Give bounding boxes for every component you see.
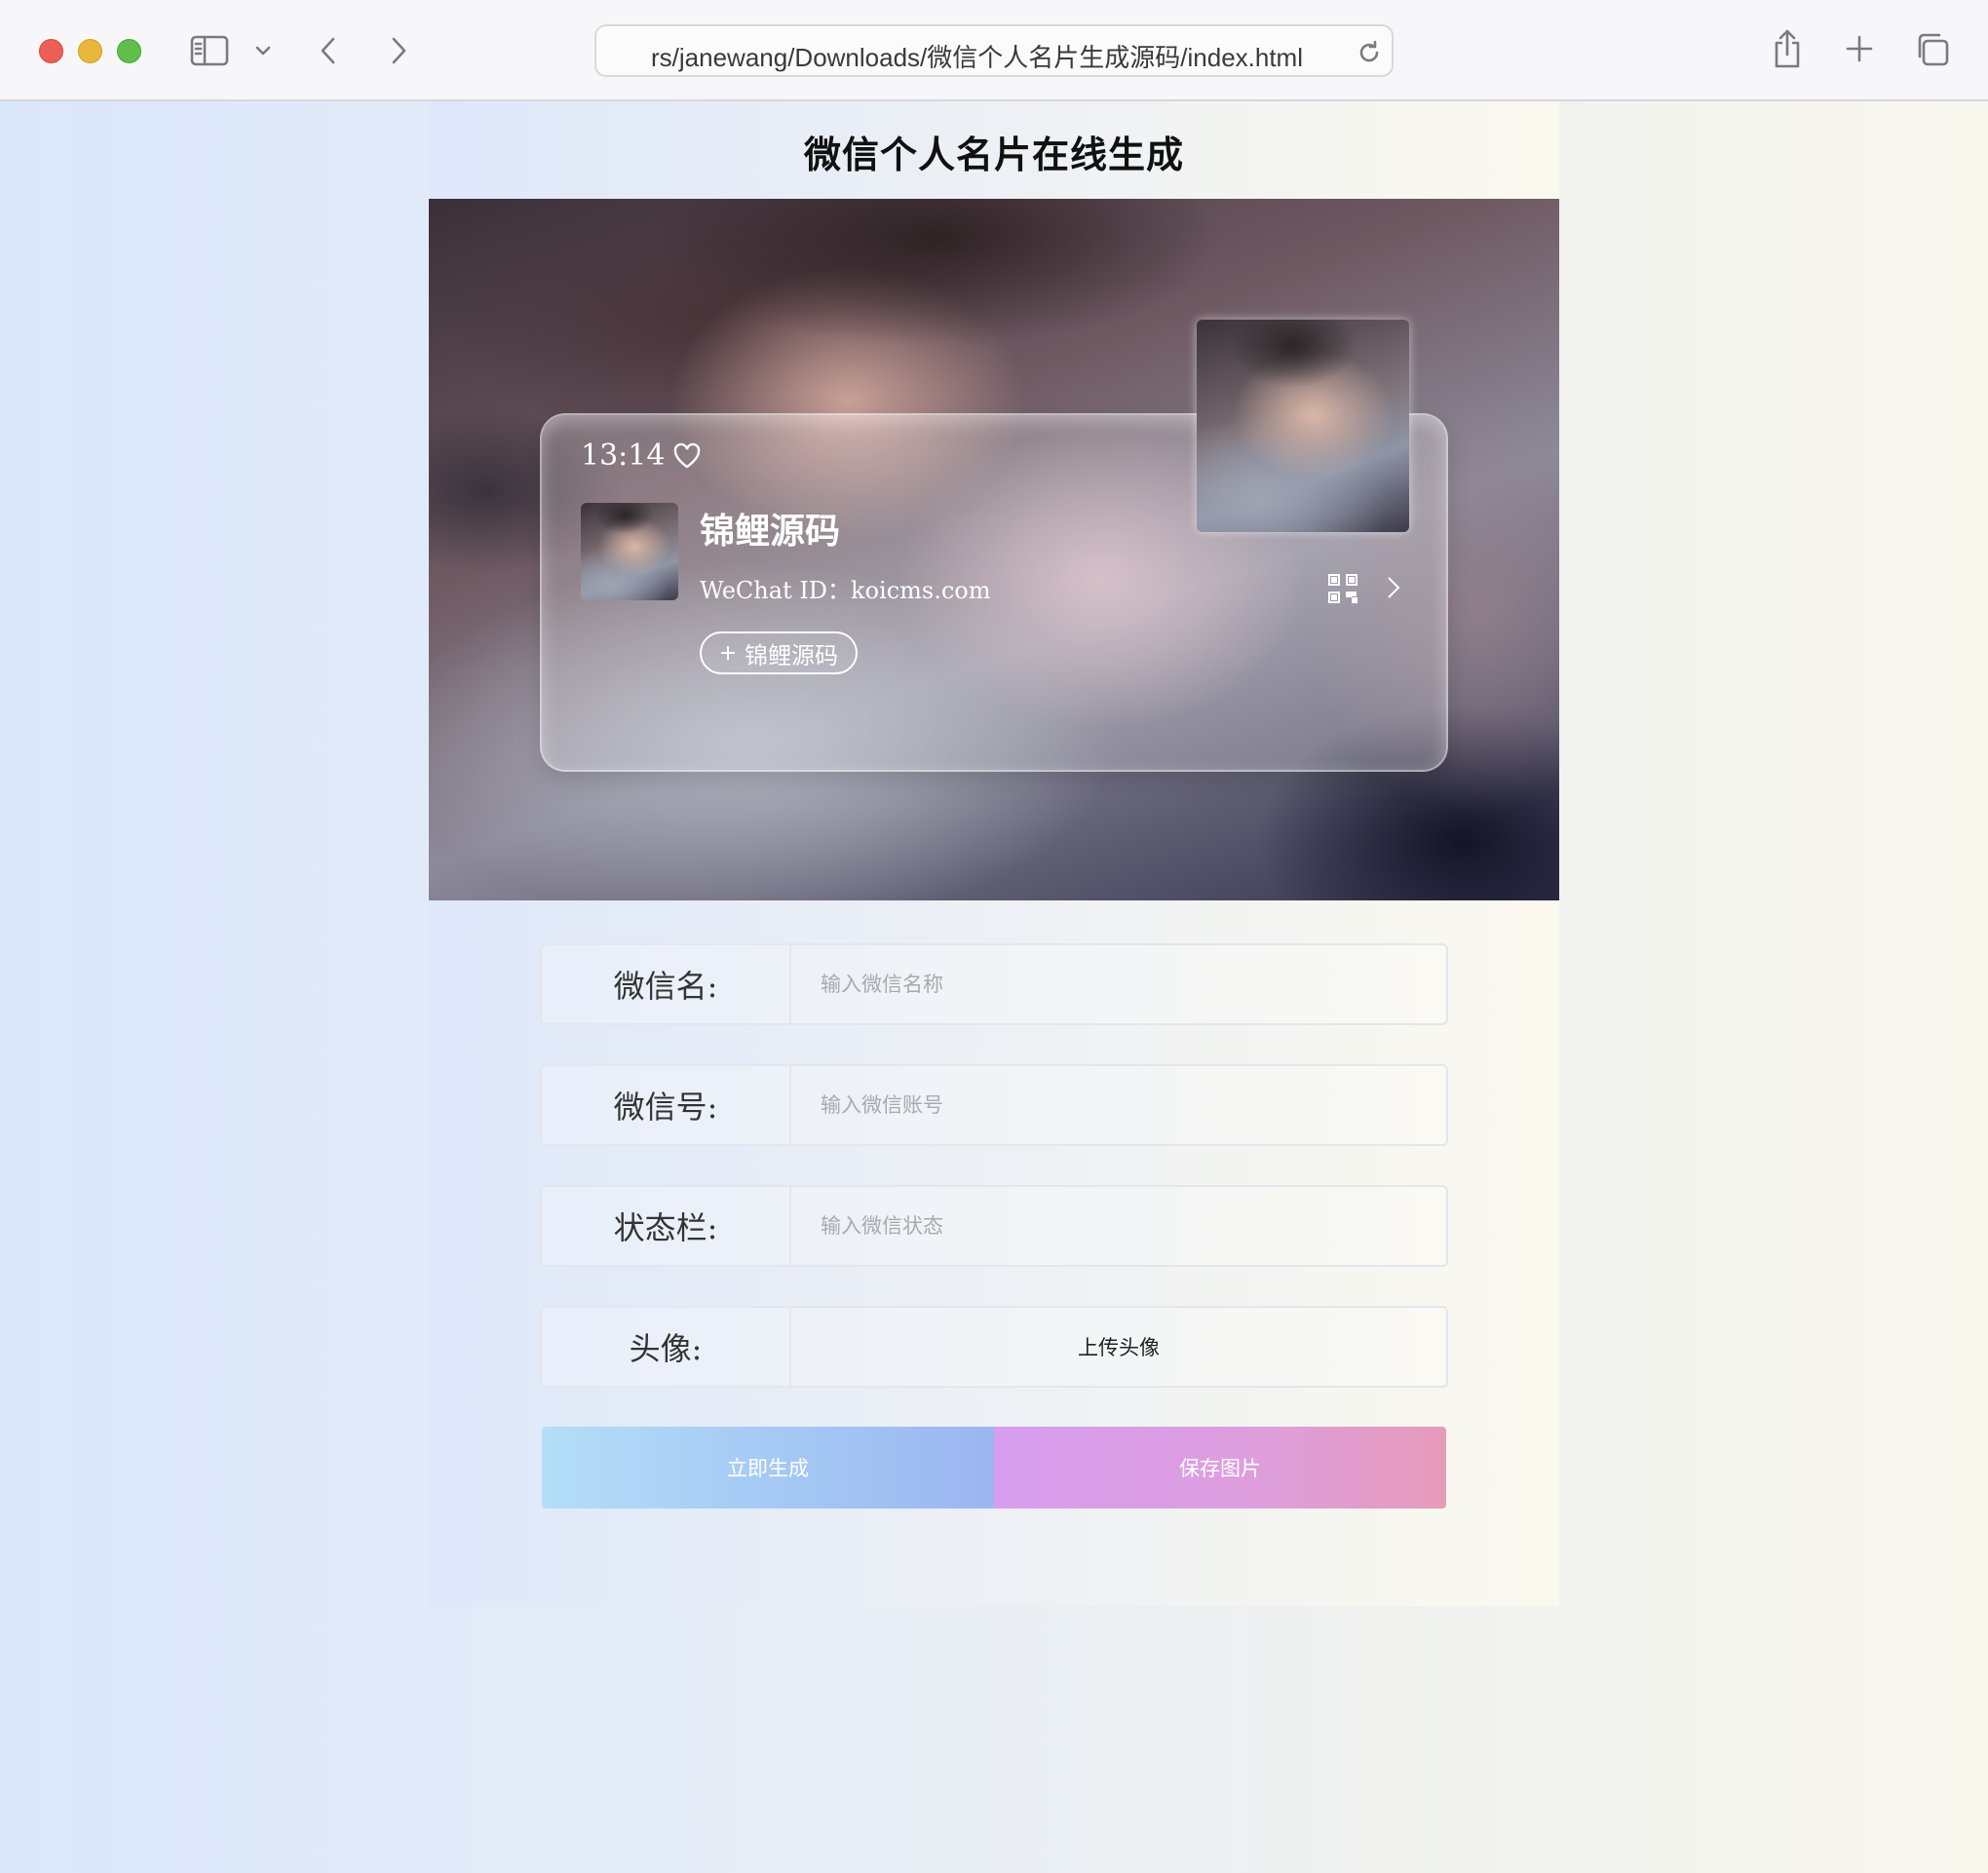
generator-container: 微信个人名片在线生成 13:14 锦鲤源码 WeChat ID：koicms.c… [429,101,1559,1606]
sidebar-toggle-icon[interactable] [189,33,230,68]
avatar-label: 头像: [542,1308,791,1386]
share-icon[interactable] [1768,25,1807,72]
qr-code-icon[interactable] [1327,573,1358,608]
avatar-photo [581,503,678,600]
browser-toolbar: rs/janewang/Downloads/微信个人名片生成源码/index.h… [0,0,1988,101]
large-avatar-photo [1197,320,1409,532]
minimize-window-button[interactable] [78,39,102,63]
id-label: 微信号: [542,1066,791,1144]
plus-icon [721,646,735,660]
generate-button[interactable]: 立即生成 [542,1427,994,1509]
new-tab-icon[interactable] [1840,29,1879,68]
page-title: 微信个人名片在线生成 [803,133,1184,176]
status-input[interactable] [791,1187,1446,1265]
zoom-window-button[interactable] [117,39,141,63]
card-nickname: 锦鲤源码 [700,511,841,552]
card-status-text: 13:14 [581,439,666,473]
name-label: 微信名: [542,945,791,1023]
add-contact-label: 锦鲤源码 [745,641,838,669]
name-input[interactable] [791,945,1446,1023]
card-avatar [581,503,678,600]
status-label: 状态栏: [542,1187,791,1265]
address-bar[interactable]: rs/janewang/Downloads/微信个人名片生成源码/index.h… [594,24,1394,77]
card-wechat-id: WeChat ID：koicms.com [700,577,991,604]
card-status: 13:14 [581,439,702,473]
card-large-avatar [1197,320,1409,532]
back-arrow-icon[interactable] [314,31,343,70]
chevron-right-icon[interactable] [1384,573,1403,606]
close-window-button[interactable] [39,39,63,63]
avatar-row: 头像: 上传头像 [540,1306,1448,1388]
url-text: rs/janewang/Downloads/微信个人名片生成源码/index.h… [651,43,1303,72]
id-input[interactable] [791,1066,1446,1144]
heart-icon [674,442,701,468]
reload-icon[interactable] [1355,38,1384,67]
card-preview: 13:14 锦鲤源码 WeChat ID：koicms.com 锦鲤源码 [429,199,1559,900]
tab-overview-icon[interactable] [1912,29,1953,70]
forward-arrow-icon[interactable] [384,31,413,70]
page-viewport: 微信个人名片在线生成 13:14 锦鲤源码 WeChat ID：koicms.c… [0,101,1988,1873]
save-image-button[interactable]: 保存图片 [994,1427,1446,1509]
chevron-down-icon[interactable] [251,39,275,62]
id-row: 微信号: [540,1064,1448,1146]
upload-avatar-button[interactable]: 上传头像 [791,1308,1446,1386]
add-contact-button[interactable]: 锦鲤源码 [700,631,858,674]
status-row: 状态栏: [540,1185,1448,1267]
name-row: 微信名: [540,943,1448,1025]
